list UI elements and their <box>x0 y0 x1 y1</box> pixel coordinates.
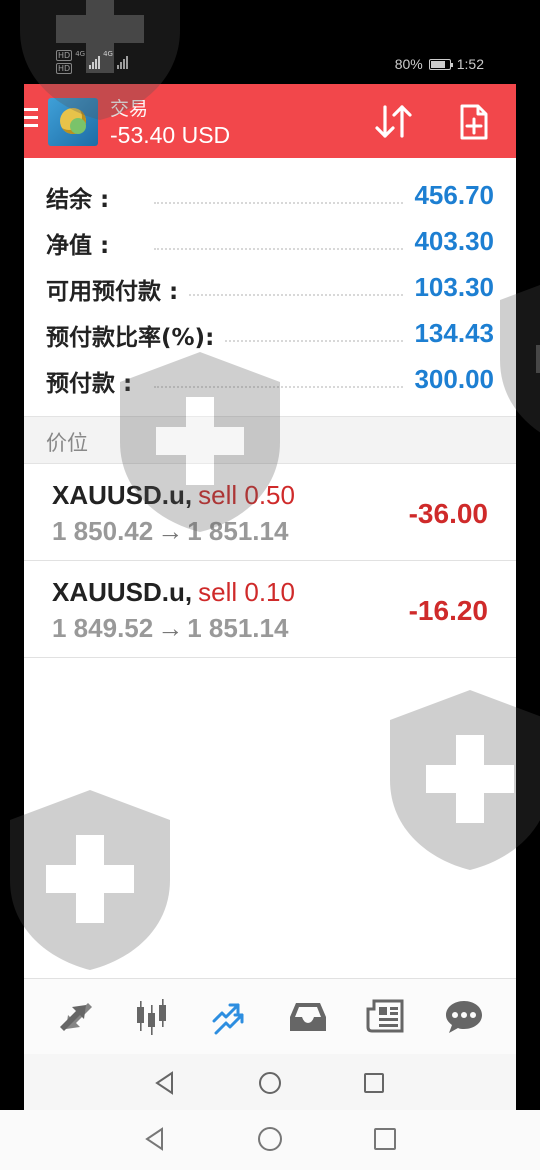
summary-value: 103.30 <box>404 272 494 303</box>
summary-row-balance: 结余 : 456.70 <box>24 172 516 218</box>
trade-icon[interactable] <box>208 997 252 1037</box>
positions-section-header: 价位 <box>24 416 516 464</box>
network-type: 4G <box>103 50 113 58</box>
summary-row-free-margin: 可用预付款 : 103.30 <box>24 264 516 310</box>
back-icon[interactable] <box>152 1070 178 1096</box>
messages-icon[interactable] <box>442 997 486 1037</box>
recent-apps-icon[interactable] <box>372 1126 398 1152</box>
sort-icon[interactable] <box>372 102 416 142</box>
phone-screen: HD HD 4G 4G 80% 1:52 交易 -53.40 USD 结余: … <box>0 0 540 1170</box>
battery-fill <box>430 60 446 68</box>
position-profit: -36.00 <box>408 498 488 529</box>
position-prices: 1 850.42 → 1 851.14 <box>52 516 288 547</box>
open-price: 1 850.42 <box>52 516 154 546</box>
quotes-icon[interactable] <box>54 997 98 1037</box>
summary-label: 预付款 : <box>46 364 143 398</box>
position-type: sell 0.50 <box>198 480 295 510</box>
system-navigation-bar <box>0 1110 540 1170</box>
signal-indicators: HD HD 4G 4G <box>56 50 128 74</box>
positions-header-label: 价位 <box>46 431 88 455</box>
open-price: 1 849.52 <box>52 613 154 643</box>
home-icon[interactable] <box>257 1070 283 1096</box>
summary-label: 结余 : <box>46 180 120 214</box>
position-row[interactable]: XAUUSD.u, sell 0.50 1 850.42 → 1 851.14 -36… <box>24 464 516 561</box>
summary-row-margin-level: 预付款比率(%): 134.43 <box>24 310 516 356</box>
summary-row-margin: 预付款 : 300.00 <box>24 356 516 402</box>
arrow-icon: → <box>157 613 184 643</box>
summary-row-equity: 净值 : 403.30 <box>24 218 516 264</box>
battery-icon <box>428 58 453 70</box>
position-title: XAUUSD.u, sell 0.50 <box>52 480 295 511</box>
position-symbol: XAUUSD.u, <box>52 480 193 510</box>
news-icon[interactable] <box>364 997 408 1037</box>
arrow-icon: → <box>157 516 184 546</box>
dotted-leader <box>154 248 406 250</box>
signal-icon <box>89 55 101 69</box>
battery-percent: 80% <box>394 56 423 72</box>
home-icon[interactable] <box>257 1126 283 1152</box>
trade-content: 结余 : 456.70 净值 : 403.30 可用预付款 : 103.30 预… <box>24 158 516 978</box>
summary-value: 300.00 <box>404 364 494 395</box>
bottom-tab-bar <box>24 978 516 1054</box>
new-order-icon[interactable] <box>454 102 494 142</box>
history-icon[interactable] <box>286 997 330 1037</box>
hd-badges: HD HD <box>56 50 73 74</box>
recent-apps-icon[interactable] <box>361 1070 387 1096</box>
menu-icon[interactable] <box>24 108 38 132</box>
position-row[interactable]: XAUUSD.u, sell 0.10 1 849.52 → 1 851.14 -16… <box>24 561 516 658</box>
app-header: 交易 -53.40 USD <box>24 84 516 158</box>
summary-value: 403.30 <box>404 226 494 257</box>
current-price: 1 851.14 <box>187 613 289 643</box>
position-symbol: XAUUSD.u, <box>52 577 193 607</box>
inner-navigation-bar <box>24 1054 516 1110</box>
app-logo[interactable] <box>48 98 98 146</box>
position-title: XAUUSD.u, sell 0.10 <box>52 577 295 608</box>
status-bar: HD HD 4G 4G 80% 1:52 <box>0 40 540 88</box>
status-right: 80% 1:52 <box>395 56 484 72</box>
current-price: 1 851.14 <box>187 516 289 546</box>
network-type: 4G <box>75 50 86 58</box>
page-title: 交易 <box>110 98 149 120</box>
chart-icon[interactable] <box>130 997 174 1037</box>
summary-label: 净值 : <box>46 226 120 260</box>
hd-badge: HD <box>56 50 73 61</box>
dotted-leader <box>154 386 406 388</box>
clock: 1:52 <box>456 56 484 72</box>
position-prices: 1 849.52 → 1 851.14 <box>52 613 288 644</box>
signal-icon <box>116 55 128 69</box>
dotted-leader <box>154 202 406 204</box>
summary-label: 可用预付款 : <box>46 272 189 306</box>
summary-label: 预付款比率(%): <box>46 318 225 352</box>
position-profit: -16.20 <box>408 595 488 626</box>
dotted-leader <box>154 294 406 296</box>
total-profit: -53.40 USD <box>110 122 231 148</box>
hd-badge: HD <box>56 63 73 74</box>
summary-value: 134.43 <box>404 318 494 349</box>
position-type: sell 0.10 <box>198 577 295 607</box>
back-icon[interactable] <box>142 1126 168 1152</box>
summary-value: 456.70 <box>404 180 494 211</box>
